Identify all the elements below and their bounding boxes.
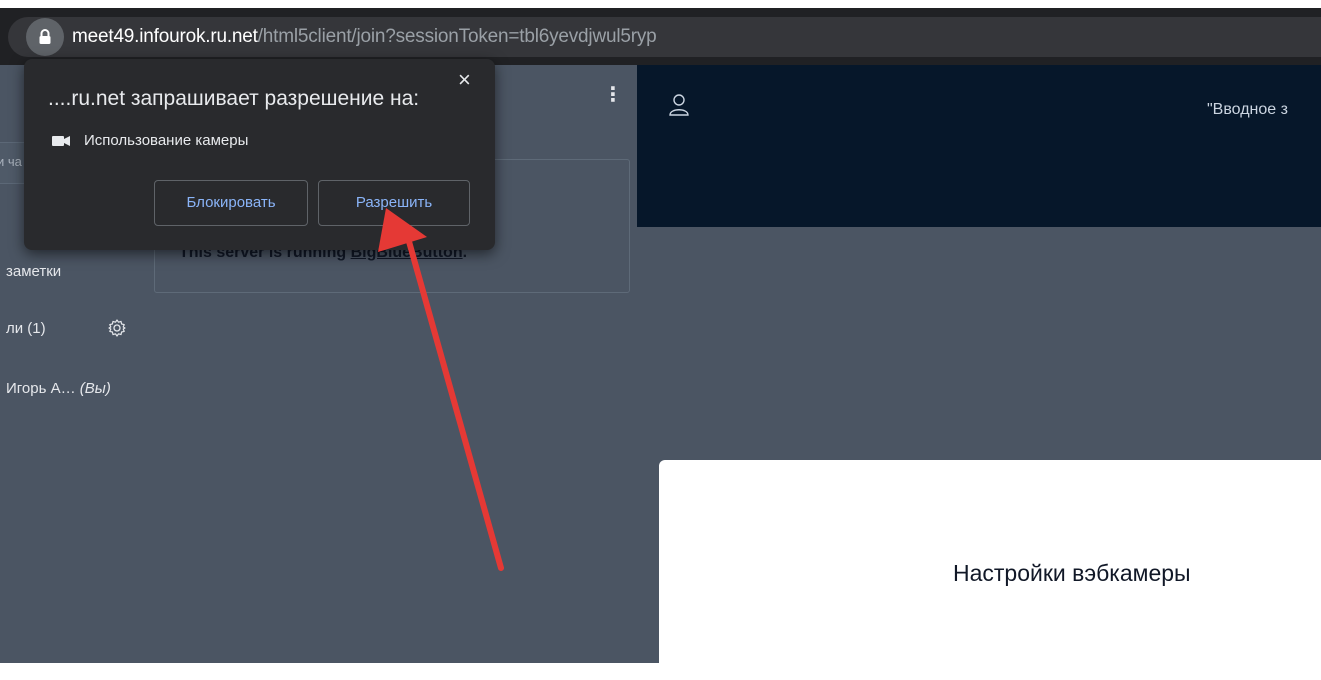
- camera-icon: [52, 135, 70, 146]
- camera-permission-popup: ....ru.net запрашивает разрешение на: × …: [24, 59, 495, 250]
- shared-notes-item[interactable]: заметки: [6, 263, 61, 280]
- user-name: Игорь А…: [6, 380, 76, 397]
- user-list-toggle[interactable]: [669, 93, 689, 122]
- window-top-edge: [0, 0, 1321, 8]
- url-path: /html5client/join?sessionToken=tbl6yevdj…: [257, 26, 657, 47]
- gear-icon: [108, 319, 126, 337]
- url-host: meet49.infourok.ru.net: [72, 26, 258, 47]
- public-chat-label: и ча: [0, 154, 22, 169]
- block-button[interactable]: Блокировать: [154, 180, 308, 226]
- users-header: ли (1): [6, 320, 46, 337]
- allow-button[interactable]: Разрешить: [318, 180, 470, 226]
- webcam-settings-modal: Настройки вэбкамеры: [659, 460, 1321, 680]
- user-list-item-me[interactable]: Игорь А… (Вы): [6, 380, 111, 397]
- you-label: (Вы): [79, 380, 111, 397]
- browser-address-bar: meet49.infourok.ru.net/html5client/join?…: [0, 8, 1321, 65]
- meeting-title: "Вводное з: [1207, 101, 1288, 118]
- meeting-header: "Вводное з: [637, 65, 1321, 227]
- url-text[interactable]: meet49.infourok.ru.net/html5client/join?…: [72, 26, 657, 48]
- lock-icon: [39, 29, 51, 44]
- omnibox[interactable]: meet49.infourok.ru.net/html5client/join?…: [8, 17, 1321, 57]
- permission-popup-title: ....ru.net запрашивает разрешение на:: [48, 87, 420, 110]
- close-button[interactable]: ×: [458, 69, 471, 91]
- permission-label: Использование камеры: [84, 132, 249, 149]
- chat-options-button[interactable]: ⋮: [603, 85, 623, 105]
- users-settings-button[interactable]: [107, 318, 127, 343]
- permission-row: Использование камеры: [52, 132, 248, 149]
- user-icon: [669, 94, 689, 116]
- modal-title: Настройки вэбкамеры: [953, 560, 1191, 586]
- site-info-button[interactable]: [26, 18, 64, 56]
